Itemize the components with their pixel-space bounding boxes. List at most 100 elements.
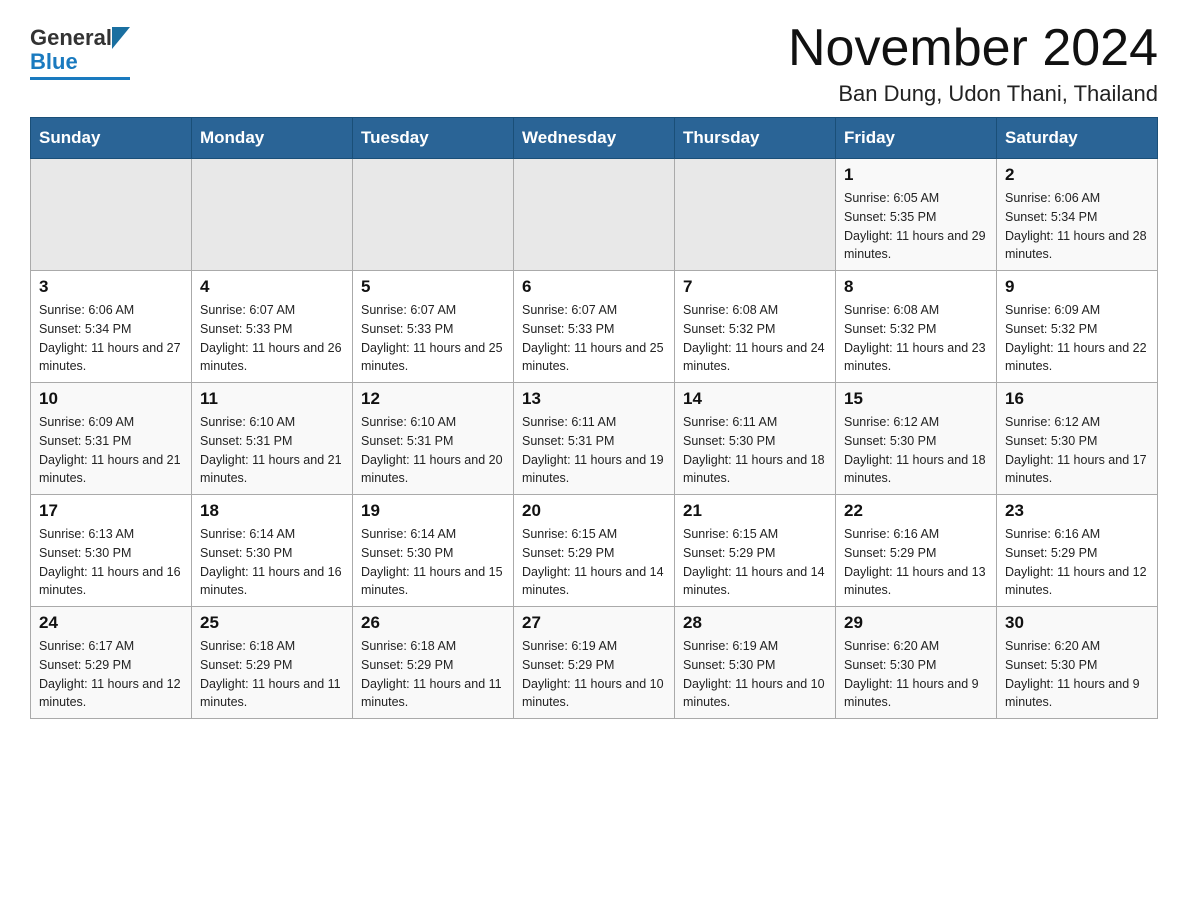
day-number: 24 (39, 613, 183, 633)
calendar-cell: 12 Sunrise: 6:10 AM Sunset: 5:31 PM Dayli… (353, 383, 514, 495)
calendar-cell: 17 Sunrise: 6:13 AM Sunset: 5:30 PM Dayli… (31, 495, 192, 607)
calendar-cell: 10 Sunrise: 6:09 AM Sunset: 5:31 PM Dayli… (31, 383, 192, 495)
calendar-cell: 21 Sunrise: 6:15 AM Sunset: 5:29 PM Dayli… (675, 495, 836, 607)
day-info: Sunrise: 6:06 AM Sunset: 5:34 PM Dayligh… (1005, 189, 1149, 264)
day-number: 12 (361, 389, 505, 409)
logo-triangle-icon (112, 27, 130, 49)
day-info: Sunrise: 6:16 AM Sunset: 5:29 PM Dayligh… (1005, 525, 1149, 600)
day-number: 15 (844, 389, 988, 409)
day-info: Sunrise: 6:17 AM Sunset: 5:29 PM Dayligh… (39, 637, 183, 712)
day-number: 25 (200, 613, 344, 633)
day-number: 19 (361, 501, 505, 521)
logo-general-text: General (30, 25, 112, 51)
calendar-cell (31, 159, 192, 271)
day-info: Sunrise: 6:09 AM Sunset: 5:31 PM Dayligh… (39, 413, 183, 488)
calendar-cell: 13 Sunrise: 6:11 AM Sunset: 5:31 PM Dayli… (514, 383, 675, 495)
calendar-cell: 24 Sunrise: 6:17 AM Sunset: 5:29 PM Dayli… (31, 607, 192, 719)
day-info: Sunrise: 6:06 AM Sunset: 5:34 PM Dayligh… (39, 301, 183, 376)
day-number: 1 (844, 165, 988, 185)
subtitle: Ban Dung, Udon Thani, Thailand (788, 81, 1158, 107)
day-number: 28 (683, 613, 827, 633)
calendar-cell: 6Sunrise: 6:07 AM Sunset: 5:33 PM Daylig… (514, 271, 675, 383)
calendar-cell: 4 Sunrise: 6:07 AM Sunset: 5:33 PM Daylig… (192, 271, 353, 383)
day-number: 4 (200, 277, 344, 297)
day-info: Sunrise: 6:10 AM Sunset: 5:31 PM Dayligh… (361, 413, 505, 488)
day-number: 21 (683, 501, 827, 521)
day-info: Sunrise: 6:14 AM Sunset: 5:30 PM Dayligh… (200, 525, 344, 600)
calendar-cell: 22 Sunrise: 6:16 AM Sunset: 5:29 PM Dayli… (836, 495, 997, 607)
day-info: Sunrise: 6:08 AM Sunset: 5:32 PM Dayligh… (844, 301, 988, 376)
title-area: November 2024 Ban Dung, Udon Thani, Thai… (788, 20, 1158, 107)
day-number: 26 (361, 613, 505, 633)
day-number: 18 (200, 501, 344, 521)
day-number: 2 (1005, 165, 1149, 185)
weekday-header-wednesday: Wednesday (514, 118, 675, 159)
day-info: Sunrise: 6:07 AM Sunset: 5:33 PM Dayligh… (200, 301, 344, 376)
day-number: 30 (1005, 613, 1149, 633)
calendar-cell: 26 Sunrise: 6:18 AM Sunset: 5:29 PM Dayli… (353, 607, 514, 719)
calendar-cell: 28Sunrise: 6:19 AM Sunset: 5:30 PM Dayli… (675, 607, 836, 719)
calendar-cell (353, 159, 514, 271)
day-number: 5 (361, 277, 505, 297)
main-title: November 2024 (788, 20, 1158, 77)
day-info: Sunrise: 6:20 AM Sunset: 5:30 PM Dayligh… (1005, 637, 1149, 712)
day-number: 20 (522, 501, 666, 521)
day-number: 10 (39, 389, 183, 409)
calendar-cell: 14Sunrise: 6:11 AM Sunset: 5:30 PM Dayli… (675, 383, 836, 495)
page-header: General Blue November 2024 Ban Dung, Udo… (30, 20, 1158, 107)
calendar-week-row: 24 Sunrise: 6:17 AM Sunset: 5:29 PM Dayli… (31, 607, 1158, 719)
day-number: 13 (522, 389, 666, 409)
calendar-cell: 19 Sunrise: 6:14 AM Sunset: 5:30 PM Dayli… (353, 495, 514, 607)
weekday-header-tuesday: Tuesday (353, 118, 514, 159)
day-number: 11 (200, 389, 344, 409)
day-number: 7 (683, 277, 827, 297)
day-info: Sunrise: 6:11 AM Sunset: 5:30 PM Dayligh… (683, 413, 827, 488)
calendar-cell: 18 Sunrise: 6:14 AM Sunset: 5:30 PM Dayli… (192, 495, 353, 607)
calendar-cell: 2 Sunrise: 6:06 AM Sunset: 5:34 PM Daylig… (997, 159, 1158, 271)
day-info: Sunrise: 6:09 AM Sunset: 5:32 PM Dayligh… (1005, 301, 1149, 376)
calendar-cell (514, 159, 675, 271)
weekday-header-monday: Monday (192, 118, 353, 159)
day-info: Sunrise: 6:13 AM Sunset: 5:30 PM Dayligh… (39, 525, 183, 600)
day-info: Sunrise: 6:15 AM Sunset: 5:29 PM Dayligh… (683, 525, 827, 600)
calendar-cell: 23 Sunrise: 6:16 AM Sunset: 5:29 PM Dayli… (997, 495, 1158, 607)
day-info: Sunrise: 6:20 AM Sunset: 5:30 PM Dayligh… (844, 637, 988, 712)
logo-underline (30, 77, 130, 80)
calendar-body: 1Sunrise: 6:05 AM Sunset: 5:35 PM Daylig… (31, 159, 1158, 719)
day-info: Sunrise: 6:08 AM Sunset: 5:32 PM Dayligh… (683, 301, 827, 376)
calendar-cell: 7 Sunrise: 6:08 AM Sunset: 5:32 PM Daylig… (675, 271, 836, 383)
day-info: Sunrise: 6:12 AM Sunset: 5:30 PM Dayligh… (844, 413, 988, 488)
day-info: Sunrise: 6:14 AM Sunset: 5:30 PM Dayligh… (361, 525, 505, 600)
day-number: 22 (844, 501, 988, 521)
calendar-cell: 8 Sunrise: 6:08 AM Sunset: 5:32 PM Daylig… (836, 271, 997, 383)
day-number: 23 (1005, 501, 1149, 521)
calendar-cell: 30 Sunrise: 6:20 AM Sunset: 5:30 PM Dayli… (997, 607, 1158, 719)
logo: General Blue (30, 20, 130, 80)
calendar-cell: 16Sunrise: 6:12 AM Sunset: 5:30 PM Dayli… (997, 383, 1158, 495)
day-info: Sunrise: 6:15 AM Sunset: 5:29 PM Dayligh… (522, 525, 666, 600)
day-info: Sunrise: 6:19 AM Sunset: 5:29 PM Dayligh… (522, 637, 666, 712)
calendar-cell: 1Sunrise: 6:05 AM Sunset: 5:35 PM Daylig… (836, 159, 997, 271)
weekday-header-thursday: Thursday (675, 118, 836, 159)
day-info: Sunrise: 6:11 AM Sunset: 5:31 PM Dayligh… (522, 413, 666, 488)
day-info: Sunrise: 6:18 AM Sunset: 5:29 PM Dayligh… (200, 637, 344, 712)
day-number: 3 (39, 277, 183, 297)
day-info: Sunrise: 6:16 AM Sunset: 5:29 PM Dayligh… (844, 525, 988, 600)
calendar-cell: 5Sunrise: 6:07 AM Sunset: 5:33 PM Daylig… (353, 271, 514, 383)
calendar-cell: 27 Sunrise: 6:19 AM Sunset: 5:29 PM Dayli… (514, 607, 675, 719)
day-number: 17 (39, 501, 183, 521)
day-info: Sunrise: 6:18 AM Sunset: 5:29 PM Dayligh… (361, 637, 505, 712)
calendar-cell: 11 Sunrise: 6:10 AM Sunset: 5:31 PM Dayli… (192, 383, 353, 495)
calendar-cell (675, 159, 836, 271)
calendar-week-row: 3 Sunrise: 6:06 AM Sunset: 5:34 PM Daylig… (31, 271, 1158, 383)
day-info: Sunrise: 6:10 AM Sunset: 5:31 PM Dayligh… (200, 413, 344, 488)
logo-blue-text: Blue (30, 49, 78, 75)
calendar-cell: 25 Sunrise: 6:18 AM Sunset: 5:29 PM Dayli… (192, 607, 353, 719)
calendar-week-row: 17 Sunrise: 6:13 AM Sunset: 5:30 PM Dayli… (31, 495, 1158, 607)
day-number: 8 (844, 277, 988, 297)
calendar-cell: 20 Sunrise: 6:15 AM Sunset: 5:29 PM Dayli… (514, 495, 675, 607)
calendar-cell: 9Sunrise: 6:09 AM Sunset: 5:32 PM Daylig… (997, 271, 1158, 383)
calendar-week-row: 10 Sunrise: 6:09 AM Sunset: 5:31 PM Dayli… (31, 383, 1158, 495)
day-number: 27 (522, 613, 666, 633)
calendar-cell: 3 Sunrise: 6:06 AM Sunset: 5:34 PM Daylig… (31, 271, 192, 383)
